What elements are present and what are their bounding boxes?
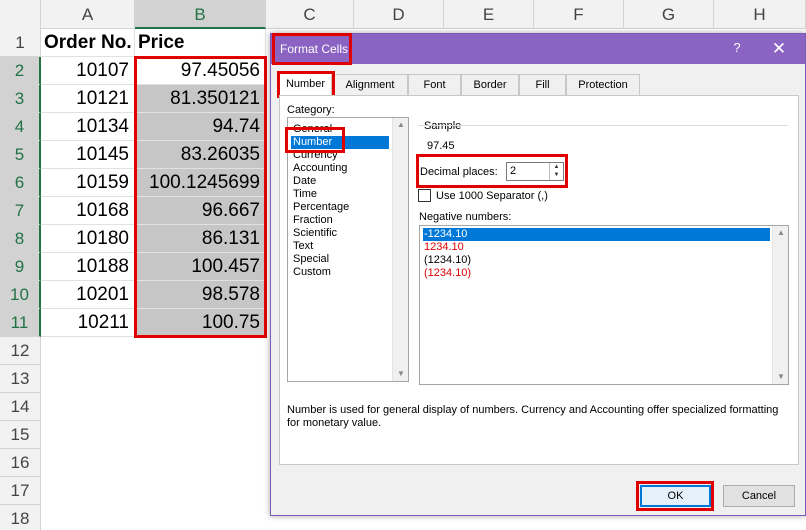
column-header-a[interactable]: A [41,0,135,29]
row-header-14[interactable]: 14 [0,393,41,421]
tab-number[interactable]: Number [279,73,332,96]
scroll-up-icon[interactable]: ▲ [393,118,408,132]
price-cell[interactable]: 96.667 [135,197,266,225]
decimal-places-label: Decimal places: [420,166,498,178]
order-cell[interactable]: 10180 [41,225,135,253]
row-header-1[interactable]: 1 [0,29,41,57]
row-header-13[interactable]: 13 [0,365,41,393]
category-item[interactable]: Scientific [291,227,339,240]
ok-button[interactable]: OK [640,485,711,507]
price-cell[interactable]: 97.45056 [135,57,266,85]
category-item[interactable]: Accounting [291,162,349,175]
price-cell[interactable]: 98.578 [135,281,266,309]
category-label: Category: [287,104,335,116]
row-header-2[interactable]: 2 [0,57,41,85]
row-header-9[interactable]: 9 [0,253,41,281]
tab-alignment[interactable]: Alignment [332,74,408,95]
scroll-down-icon[interactable]: ▼ [393,367,408,381]
row-header-15[interactable]: 15 [0,421,41,449]
category-item[interactable]: Text [291,240,315,253]
decimal-places-spinner[interactable]: 2 ▲ ▼ [506,162,564,181]
category-item[interactable]: Time [291,188,319,201]
scroll-up-icon[interactable]: ▲ [773,226,788,240]
column-header-b[interactable]: B [135,0,266,29]
spin-up-icon[interactable]: ▲ [550,163,563,171]
format-cells-dialog: Format Cells ? ✕ Number Alignment Font B… [270,33,806,516]
order-cell[interactable]: 10168 [41,197,135,225]
spin-down-icon[interactable]: ▼ [550,171,563,179]
cell-b1-price-header[interactable]: Price [135,29,266,57]
order-cell[interactable]: 10134 [41,113,135,141]
thousand-separator-checkbox[interactable] [418,189,431,202]
negative-format-option[interactable]: -1234.10 [423,228,770,241]
column-header-f[interactable]: F [534,0,624,29]
order-cell[interactable]: 10145 [41,141,135,169]
row-header-16[interactable]: 16 [0,449,41,477]
select-all-corner[interactable] [0,0,41,29]
order-cell[interactable]: 10201 [41,281,135,309]
category-description: Number is used for general display of nu… [287,404,779,429]
row-header-3[interactable]: 3 [0,85,41,113]
price-cell[interactable]: 100.75 [135,309,266,337]
category-item[interactable]: Percentage [291,201,351,214]
column-header-d[interactable]: D [354,0,444,29]
tab-protection[interactable]: Protection [566,74,640,95]
order-cell[interactable]: 10121 [41,85,135,113]
column-header-e[interactable]: E [444,0,534,29]
order-cell[interactable]: 10107 [41,57,135,85]
price-cell[interactable]: 81.350121 [135,85,266,113]
category-item[interactable]: Fraction [291,214,335,227]
sample-box [418,125,788,153]
category-item[interactable]: Custom [291,266,333,279]
row-header-17[interactable]: 17 [0,477,41,505]
row-header-4[interactable]: 4 [0,113,41,141]
category-item[interactable]: General [291,123,334,136]
tab-font[interactable]: Font [408,74,461,95]
price-cell[interactable]: 100.1245699 [135,169,266,197]
close-icon[interactable]: ✕ [768,38,790,60]
price-cell[interactable]: 100.457 [135,253,266,281]
row-header-8[interactable]: 8 [0,225,41,253]
cancel-button[interactable]: Cancel [723,485,795,507]
row-header-11[interactable]: 11 [0,309,41,337]
sample-value: 97.45 [427,140,455,152]
row-header-10[interactable]: 10 [0,281,41,309]
order-cell[interactable]: 10211 [41,309,135,337]
negative-format-option[interactable]: 1234.10 [423,241,464,254]
dialog-titlebar[interactable]: Format Cells ? ✕ [271,34,805,64]
category-scrollbar[interactable]: ▲ ▼ [392,118,408,381]
negative-format-option[interactable]: (1234.10) [423,267,471,280]
row-header-5[interactable]: 5 [0,141,41,169]
negative-format-option[interactable]: (1234.10) [423,254,471,267]
order-cell[interactable]: 10159 [41,169,135,197]
category-list[interactable]: General Number Currency Accounting Date … [287,117,409,382]
row-header-12[interactable]: 12 [0,337,41,365]
negative-numbers-label: Negative numbers: [419,211,512,223]
dialog-title: Format Cells [280,42,349,56]
help-icon[interactable]: ? [729,40,745,58]
price-cell[interactable]: 86.131 [135,225,266,253]
row-header-6[interactable]: 6 [0,169,41,197]
row-header-18[interactable]: 18 [0,505,41,530]
category-item[interactable]: Date [291,175,318,188]
decimal-places-input[interactable]: 2 [510,165,516,177]
category-item-selected[interactable]: Number [291,136,389,149]
price-cell[interactable]: 83.26035 [135,141,266,169]
category-item[interactable]: Special [291,253,331,266]
negative-numbers-list[interactable]: -1234.10 1234.10 (1234.10) (1234.10) ▲ ▼ [419,225,789,385]
tab-fill[interactable]: Fill [519,74,566,95]
spinner-buttons: ▲ ▼ [549,163,563,180]
cell-a1-order-header[interactable]: Order No. [41,29,135,57]
column-header-c[interactable]: C [266,0,354,29]
column-header-g[interactable]: G [624,0,714,29]
tab-border[interactable]: Border [461,74,519,95]
category-item[interactable]: Currency [291,149,340,162]
negative-list-scrollbar[interactable]: ▲ ▼ [772,226,788,384]
order-cell[interactable]: 10188 [41,253,135,281]
thousand-separator-label: Use 1000 Separator (,) [436,190,548,202]
column-header-h[interactable]: H [714,0,806,29]
price-cell[interactable]: 94.74 [135,113,266,141]
row-header-7[interactable]: 7 [0,197,41,225]
scroll-down-icon[interactable]: ▼ [773,370,788,384]
